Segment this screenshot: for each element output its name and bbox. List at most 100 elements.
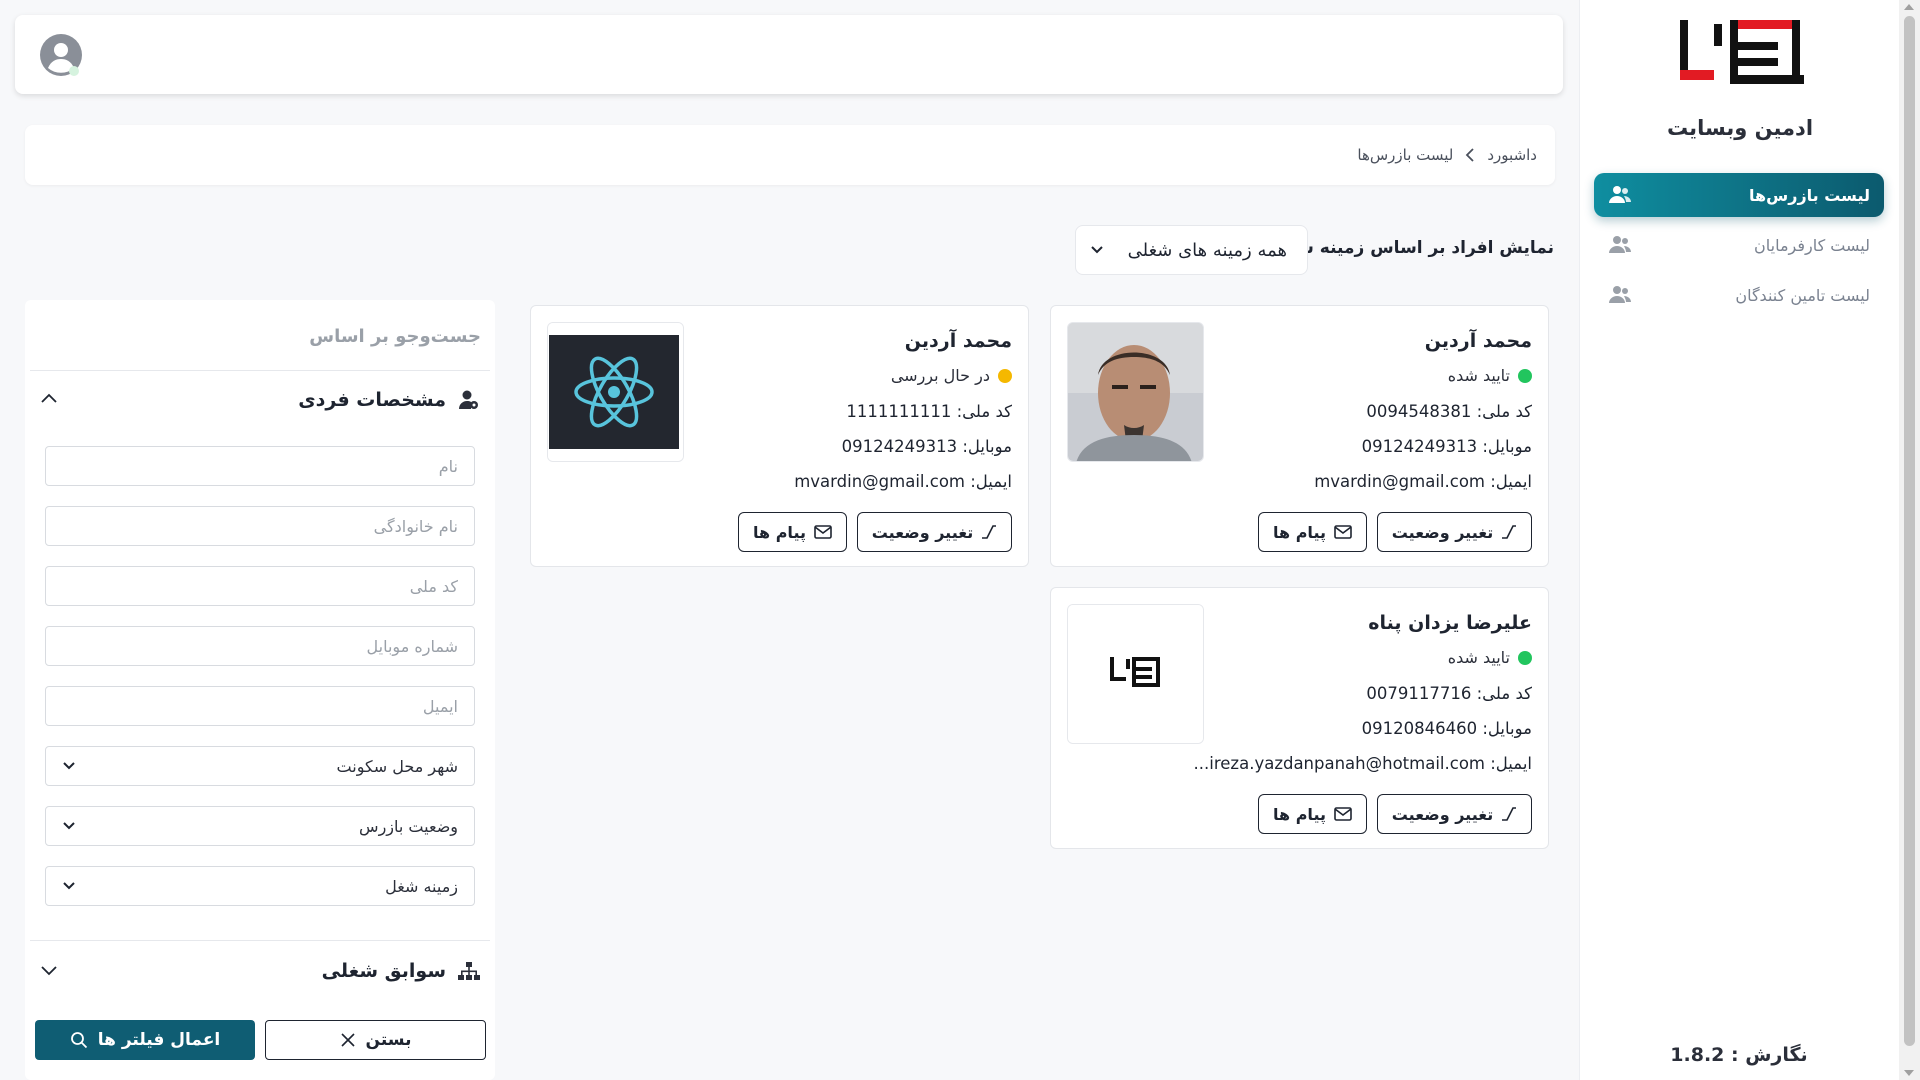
work-history-section-header[interactable]: سوابق شغلی <box>30 951 490 991</box>
react-logo-photo <box>547 322 684 462</box>
change-status-label: تغییر وضعیت <box>871 522 974 542</box>
brand-logo-photo <box>1067 604 1204 744</box>
national-code: کد ملی: 1111111111 <box>846 402 1012 421</box>
site-title: ادمین وبسایت <box>1666 116 1814 140</box>
inspector-card: علیرضا یزدان پناه تایید شده کد ملی: 0079… <box>1050 587 1549 849</box>
status-change-icon <box>1502 525 1517 539</box>
sidebar-item-suppliers[interactable]: لیست تامین کنندگان <box>1594 273 1884 317</box>
section-title: مشخصات فردی <box>298 389 446 411</box>
status-dot <box>1518 650 1532 665</box>
inspector-status-select[interactable]: وضعیت بازرس <box>45 806 475 846</box>
inspector-card: محمد آردین تایید شده کد ملی: 0094548381 … <box>1050 305 1549 567</box>
sidebar-item-label: لیست بازرس‌ها <box>1749 185 1870 205</box>
sidebar-item-inspectors[interactable]: لیست بازرس‌ها <box>1594 173 1884 217</box>
search-icon <box>70 1032 87 1049</box>
status-badge: تایید شده <box>1448 648 1532 667</box>
chevron-down-icon[interactable] <box>40 961 58 979</box>
chevron-down-icon <box>63 822 75 830</box>
users-icon <box>1608 235 1632 255</box>
messages-label: پیام ها <box>1273 522 1326 542</box>
inspector-card: محمد آردین در حال بررسی کد ملی: 11111111… <box>530 305 1029 567</box>
status-text: در حال بررسی <box>890 366 990 385</box>
first-name-field[interactable]: نام <box>45 446 475 486</box>
top-header <box>15 15 1563 94</box>
chevron-down-icon <box>63 762 75 770</box>
breadcrumb-current: لیست بازرس‌ها <box>1357 146 1454 164</box>
messages-label: پیام ها <box>1273 804 1326 824</box>
sidebar-item-label: لیست کارفرمایان <box>1754 235 1870 255</box>
sidebar-item-employers[interactable]: لیست کارفرمایان <box>1594 223 1884 267</box>
national-code: کد ملی: 0079117716 <box>1366 684 1532 703</box>
user-settings-icon <box>459 390 478 409</box>
status-change-icon <box>1502 807 1517 821</box>
mobile-field[interactable]: شماره موبایل <box>45 626 475 666</box>
divider <box>30 940 490 941</box>
city-select-value: شهر محل سکونت <box>336 756 458 776</box>
national-code-field[interactable]: کد ملی <box>45 566 475 606</box>
status-change-icon <box>982 525 997 539</box>
status-dot <box>1518 368 1532 383</box>
email-address: ایمیل: mvardin@gmail.com <box>794 472 1012 491</box>
job-field-select[interactable]: همه زمینه های شغلی <box>1075 225 1308 275</box>
messages-button[interactable]: پیام ها <box>1258 794 1367 834</box>
email-address: ایمیل: mvardin@gmail.com <box>1314 472 1532 491</box>
job-field-filter-select[interactable]: زمینه شغل <box>45 866 475 906</box>
close-icon <box>340 1033 355 1047</box>
mail-icon <box>1334 807 1352 821</box>
messages-button[interactable]: پیام ها <box>738 512 847 552</box>
status-text: تایید شده <box>1447 648 1510 667</box>
chevron-up-icon[interactable] <box>40 390 58 408</box>
users-icon <box>1608 285 1632 305</box>
job-field-select-value: همه زمینه های شغلی <box>1127 239 1287 261</box>
mobile-number: موبایل: 09124249313 <box>1361 437 1532 456</box>
close-button-label: بستن <box>365 1030 412 1050</box>
sidebar-item-label: لیست تامین کنندگان <box>1735 285 1870 305</box>
change-status-button[interactable]: تغییر وضعیت <box>1377 794 1532 834</box>
inspector-name: محمد آردین <box>1424 330 1532 352</box>
filter-panel: جست‌وجو بر اساس مشخصات فردی نام نام خانو… <box>25 300 495 1080</box>
breadcrumb-home[interactable]: داشبورد <box>1487 146 1537 164</box>
apply-button-label: اعمال فیلتر ها <box>97 1030 221 1050</box>
chevron-down-icon <box>63 882 75 890</box>
app-version: نگارش : 1.8.2 <box>1670 1044 1808 1066</box>
mail-icon <box>814 525 832 539</box>
close-filters-button[interactable]: بستن <box>265 1020 486 1060</box>
job-field-filter-value: زمینه شغل <box>385 876 458 896</box>
chevron-down-icon <box>1091 246 1103 254</box>
org-chart-icon <box>458 962 480 980</box>
filter-title: جست‌وجو بر اساس <box>309 326 481 347</box>
inspector-name: محمد آردین <box>904 330 1012 352</box>
sidebar: ادمین وبسایت لیست بازرس‌ها لیست کارفرمای… <box>1579 0 1899 1080</box>
city-select[interactable]: شهر محل سکونت <box>45 746 475 786</box>
messages-button[interactable]: پیام ها <box>1258 512 1367 552</box>
divider <box>30 370 490 371</box>
page-scrollbar[interactable] <box>1899 0 1920 1080</box>
status-badge: در حال بررسی <box>891 366 1012 385</box>
apply-filters-button[interactable]: اعمال فیلتر ها <box>35 1020 255 1060</box>
email-address: ایمیل: ireza.yazdanpanah@hotmail.com... <box>1193 754 1532 773</box>
section-title: سوابق شغلی <box>321 960 446 982</box>
last-name-field[interactable]: نام خانوادگی <box>45 506 475 546</box>
change-status-button[interactable]: تغییر وضعیت <box>1377 512 1532 552</box>
change-status-label: تغییر وضعیت <box>1391 804 1494 824</box>
change-status-label: تغییر وضعیت <box>1391 522 1494 542</box>
inspector-status-select-value: وضعیت بازرس <box>359 816 458 836</box>
scroll-up-arrow[interactable] <box>1904 4 1914 10</box>
brand-logo[interactable] <box>1680 20 1804 84</box>
mobile-number: موبایل: 09120846460 <box>1361 719 1532 738</box>
breadcrumb: داشبورد لیست بازرس‌ها <box>25 125 1555 185</box>
national-code: کد ملی: 0094548381 <box>1366 402 1532 421</box>
inspector-name: علیرضا یزدان پناه <box>1368 612 1532 634</box>
scroll-down-arrow[interactable] <box>1904 1070 1914 1076</box>
change-status-button[interactable]: تغییر وضعیت <box>857 512 1012 552</box>
scroll-thumb[interactable] <box>1904 16 1915 1046</box>
status-dot <box>998 368 1012 383</box>
email-field[interactable]: ایمیل <box>45 686 475 726</box>
mobile-number: موبایل: 09124249313 <box>841 437 1012 456</box>
status-badge: تایید شده <box>1448 366 1532 385</box>
chevron-left-icon <box>1466 148 1475 162</box>
inspector-photo <box>1067 322 1204 462</box>
user-avatar-icon[interactable] <box>39 33 83 77</box>
personal-info-section-header[interactable]: مشخصات فردی <box>30 380 490 420</box>
status-text: تایید شده <box>1447 366 1510 385</box>
